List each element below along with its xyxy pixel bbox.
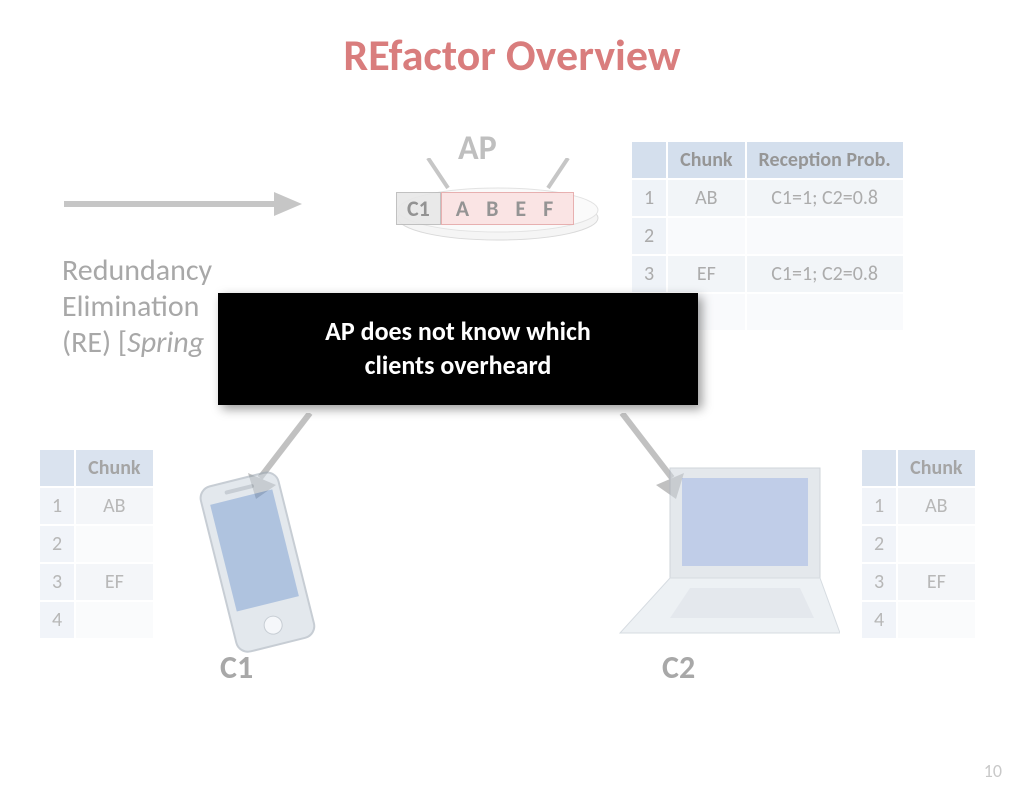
laptop-icon bbox=[590, 458, 840, 668]
callout-box: AP does not know which clients overheard bbox=[218, 293, 698, 405]
c2-label: C2 bbox=[662, 648, 695, 687]
table-row: 3EFC1=1; C2=0.8 bbox=[631, 255, 904, 293]
table-row: 4 bbox=[861, 601, 976, 639]
slide-title: REfactor Overview bbox=[0, 28, 1024, 82]
table-row: 3EF bbox=[861, 563, 976, 601]
page-number: 10 bbox=[984, 760, 1002, 782]
packet-header: C1 bbox=[396, 192, 441, 225]
c2-table: Chunk 1AB 2 3EF 4 bbox=[860, 448, 977, 640]
packet-payload: A B E F bbox=[441, 192, 574, 225]
table-row: 4 bbox=[39, 601, 154, 639]
table-row: 2 bbox=[39, 525, 154, 563]
table-row: 3EF bbox=[39, 563, 154, 601]
table-row: 2 bbox=[861, 525, 976, 563]
table-row: 1AB bbox=[861, 487, 976, 525]
citation-text: Redundancy Elimination (RE) [Spring bbox=[62, 253, 212, 361]
phone-icon bbox=[180, 468, 330, 678]
c1-table: Chunk 1AB 2 3EF 4 bbox=[38, 448, 155, 640]
packet: C1 A B E F bbox=[396, 192, 574, 225]
table-row: 1AB bbox=[39, 487, 154, 525]
c1-label: C1 bbox=[220, 648, 253, 687]
arrow-right-icon bbox=[64, 184, 304, 224]
table-row: 2 bbox=[631, 217, 904, 255]
table-row: 1ABC1=1; C2=0.8 bbox=[631, 179, 904, 217]
